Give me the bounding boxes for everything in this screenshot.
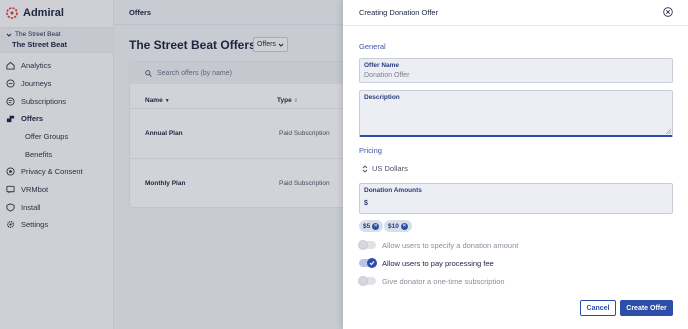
create-offer-button[interactable]: Create Offer bbox=[620, 300, 673, 316]
donation-amounts-field[interactable]: Donation Amounts $ bbox=[359, 183, 673, 214]
toggle-one-time-subscription[interactable] bbox=[358, 276, 376, 286]
section-general: General bbox=[359, 42, 386, 51]
check-icon bbox=[369, 261, 375, 266]
toggle-specify-amount[interactable] bbox=[358, 240, 376, 250]
currency-symbol: $ bbox=[364, 200, 368, 207]
offer-name-field[interactable]: Offer Name Donation Offer bbox=[359, 58, 673, 83]
donation-amounts-label: Donation Amounts bbox=[364, 187, 422, 194]
divider bbox=[343, 25, 688, 26]
modal-overlay[interactable] bbox=[0, 0, 343, 329]
toggle-label: Give donator a one-time subscription bbox=[382, 276, 505, 286]
section-pricing: Pricing bbox=[359, 146, 382, 155]
description-field[interactable]: Description bbox=[359, 90, 673, 137]
toggle-processing-fee[interactable] bbox=[359, 258, 377, 268]
currency-value: US Dollars bbox=[372, 164, 408, 173]
create-offer-panel: Creating Donation Offer General Offer Na… bbox=[343, 0, 688, 329]
currency-select[interactable]: US Dollars bbox=[362, 164, 408, 173]
updown-chevron-icon bbox=[362, 164, 368, 173]
remove-chip-icon[interactable]: ✕ bbox=[400, 222, 408, 230]
toggle-row-processing-fee: Allow users to pay processing fee bbox=[359, 257, 494, 269]
close-icon[interactable] bbox=[663, 7, 673, 17]
cancel-button[interactable]: Cancel bbox=[580, 300, 616, 316]
toggle-row-specify-amount: Allow users to specify a donation amount bbox=[358, 239, 519, 251]
resize-handle-icon[interactable] bbox=[666, 129, 671, 134]
amount-chip: $10 ✕ bbox=[384, 220, 412, 232]
toggle-row-one-time-subscription: Give donator a one-time subscription bbox=[358, 275, 505, 287]
amount-chip: $5 ✕ bbox=[359, 220, 384, 232]
remove-chip-icon[interactable]: ✕ bbox=[372, 222, 380, 230]
offer-name-placeholder: Donation Offer bbox=[364, 72, 410, 79]
panel-title: Creating Donation Offer bbox=[359, 8, 439, 17]
description-label: Description bbox=[364, 94, 400, 101]
toggle-label: Allow users to specify a donation amount bbox=[382, 240, 519, 250]
toggle-label: Allow users to pay processing fee bbox=[382, 258, 494, 268]
offer-name-label: Offer Name bbox=[364, 62, 400, 69]
